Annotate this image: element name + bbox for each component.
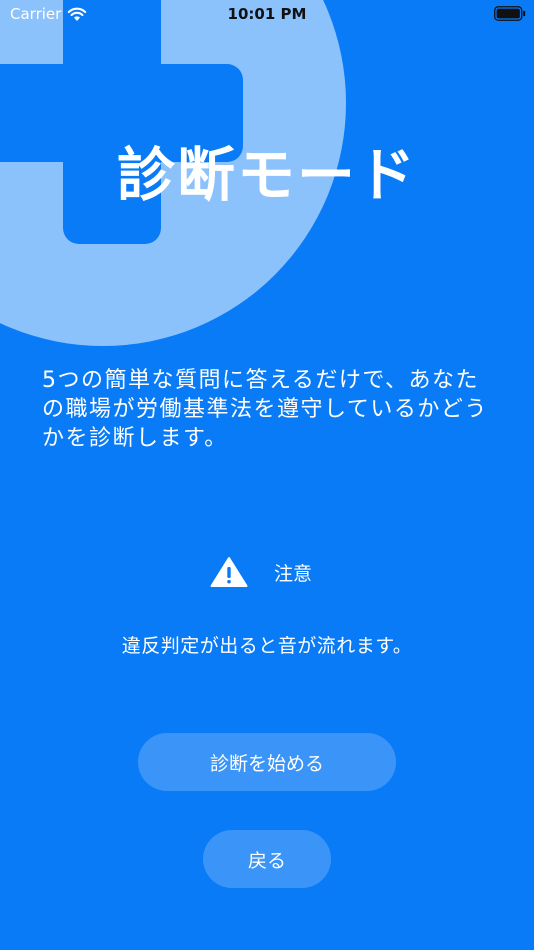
start-diagnosis-button[interactable]: 診断を始める <box>138 733 396 791</box>
back-button[interactable]: 戻る <box>203 830 331 888</box>
status-bar: Carrier 10:01 PM <box>0 0 534 28</box>
warning-message: 違反判定が出ると音が流れます。 <box>121 635 413 657</box>
caution-label: 注意 <box>274 562 313 585</box>
battery-icon <box>494 6 526 21</box>
status-time: 10:01 PM <box>227 5 307 23</box>
description-text: 5つの簡単な質問に答えるだけで、あなたの職場が労働基準法を遵守しているかどうかを… <box>42 368 488 451</box>
page-title: 診断モード <box>116 141 417 209</box>
diagnosis-mode-screen: Carrier 10:01 PM 診断モード 5つの簡単な質問に答えるだけで、あ… <box>0 0 534 950</box>
caution-row: 注意 <box>210 556 312 588</box>
warning-icon <box>210 557 248 587</box>
